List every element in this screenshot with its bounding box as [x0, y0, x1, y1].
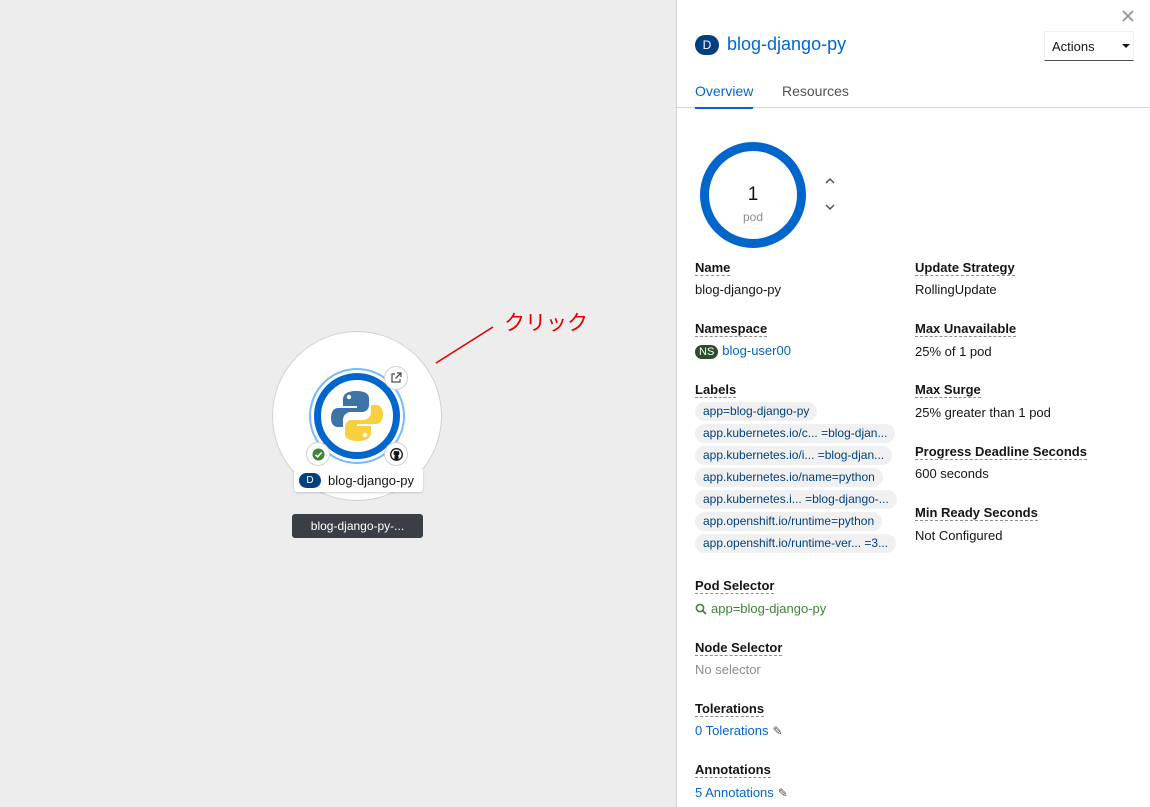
annotations-term: Annotations	[695, 762, 771, 778]
actions-label: Actions	[1052, 38, 1095, 54]
labels-term: Labels	[695, 382, 737, 398]
build-status-button[interactable]	[307, 443, 329, 465]
namespace-term: Namespace	[695, 321, 768, 337]
source-repo-button[interactable]	[385, 443, 407, 465]
update-strategy-term: Update Strategy	[915, 260, 1015, 276]
search-icon	[695, 603, 707, 615]
tolerations-term: Tolerations	[695, 701, 765, 717]
label-chip[interactable]: app.openshift.io/runtime=python	[695, 512, 883, 531]
open-url-button[interactable]	[385, 367, 407, 389]
tab-resources[interactable]: Resources	[782, 83, 849, 99]
github-icon	[389, 447, 403, 461]
node-tooltip: blog-django-py-...	[292, 514, 423, 538]
angle-down-icon	[825, 204, 835, 211]
annotations-value: 5 Annotations ✎	[695, 785, 788, 800]
pod-selector-value: app=blog-django-py	[711, 601, 827, 616]
label-chip[interactable]: app.openshift.io/runtime-ver... =3...	[695, 534, 897, 553]
scale-down-button[interactable]	[825, 199, 835, 214]
namespace-link[interactable]: blog-user00	[722, 343, 791, 358]
external-link-icon	[391, 372, 402, 383]
topology-canvas[interactable]: クリック D blog-django-py blog-django-py-...	[0, 0, 676, 807]
label-chip[interactable]: app.kubernetes.io/i... =blog-djan...	[695, 446, 893, 465]
check-circle-icon	[312, 448, 324, 460]
pod-count: 1	[747, 184, 759, 205]
deployment-badge: D	[299, 472, 321, 488]
pod-selector-term: Pod Selector	[695, 578, 775, 594]
pencil-icon[interactable]: ✎	[778, 786, 788, 800]
tolerations-value: 0 Tolerations ✎	[695, 723, 783, 738]
caret-down-icon	[1121, 44, 1130, 48]
deployment-badge: D	[695, 34, 719, 55]
tolerations-link[interactable]: 0 Tolerations	[695, 723, 768, 738]
close-icon	[1122, 10, 1134, 22]
max-surge-term: Max Surge	[915, 382, 981, 398]
name-term: Name	[695, 260, 731, 276]
label-chip[interactable]: app.kubernetes.io/name=python	[695, 468, 883, 487]
max-unavailable-value: 25% of 1 pod	[915, 344, 992, 359]
panel-tabs: Overview Resources	[677, 78, 1150, 109]
scale-up-button[interactable]	[825, 172, 835, 187]
python-logo-icon	[331, 391, 383, 441]
pencil-icon[interactable]: ✎	[772, 724, 782, 738]
side-panel: D blog-django-py Actions Overview Resour…	[676, 0, 1150, 807]
annotation-arrow-line	[435, 326, 494, 364]
close-panel-button[interactable]	[1122, 6, 1134, 27]
angle-up-icon	[825, 177, 835, 184]
min-ready-value: Not Configured	[915, 528, 1003, 543]
label-chip[interactable]: app=blog-django-py	[695, 402, 818, 421]
name-value: blog-django-py	[695, 282, 782, 297]
pod-unit: pod	[742, 210, 764, 224]
resource-name-link[interactable]: blog-django-py	[727, 34, 846, 55]
node-selector-term: Node Selector	[695, 640, 783, 656]
namespace-value: NS blog-user00	[695, 343, 791, 359]
progress-deadline-term: Progress Deadline Seconds	[915, 444, 1087, 460]
label-chip[interactable]: app.kubernetes.i... =blog-django-...	[695, 490, 897, 509]
pod-selector-link[interactable]: app=blog-django-py	[695, 601, 826, 616]
tab-overview[interactable]: Overview	[695, 83, 754, 109]
max-surge-value: 25% greater than 1 pod	[915, 405, 1051, 420]
update-strategy-value: RollingUpdate	[915, 282, 997, 297]
pod-count-donut: 1 pod	[700, 142, 806, 248]
node-name: blog-django-py	[328, 472, 415, 488]
panel-title: D blog-django-py	[695, 34, 846, 55]
max-unavailable-term: Max Unavailable	[915, 321, 1017, 337]
progress-deadline-value: 600 seconds	[915, 466, 989, 481]
node-label[interactable]: D blog-django-py	[294, 468, 424, 492]
labels-list: app=blog-django-py app.kubernetes.io/c..…	[695, 402, 905, 556]
annotations-link[interactable]: 5 Annotations	[695, 785, 774, 800]
actions-dropdown[interactable]: Actions	[1044, 31, 1134, 61]
min-ready-term: Min Ready Seconds	[915, 505, 1038, 521]
node-selector-value: No selector	[695, 662, 761, 677]
annotation-label: クリック	[504, 311, 588, 335]
namespace-badge: NS	[695, 344, 719, 359]
label-chip[interactable]: app.kubernetes.io/c... =blog-djan...	[695, 424, 896, 443]
